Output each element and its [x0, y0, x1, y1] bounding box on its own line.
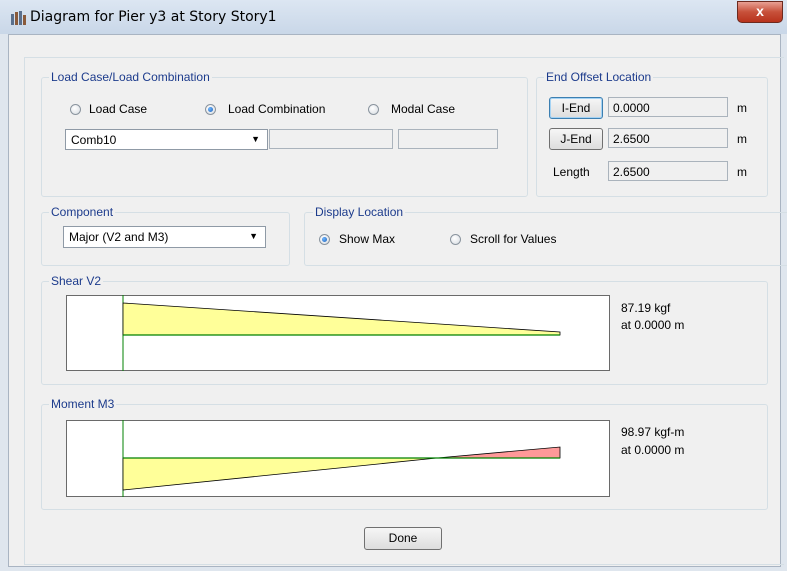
moment-m3-group-label: Moment M3: [49, 397, 117, 411]
j-end-field: 2.6500: [608, 128, 728, 148]
i-end-button-label: I-End: [561, 101, 591, 115]
end-offset-group-label: End Offset Location: [544, 70, 654, 84]
load-combination-radio-label: Load Combination: [228, 102, 326, 116]
length-value: 2.6500: [613, 165, 650, 179]
load-case-radio-label: Load Case: [89, 102, 148, 116]
moment-positive-area: [122, 457, 438, 491]
i-end-value: 0.0000: [613, 101, 650, 115]
close-button[interactable]: x: [737, 1, 783, 23]
moment-diagram: [122, 420, 561, 497]
load-combination-select[interactable]: Comb10 ▼: [65, 129, 268, 150]
load-case-group-label: Load Case/Load Combination: [49, 70, 212, 84]
shear-max-value: 87.19 kgf: [621, 301, 671, 315]
secondary-field-1: [269, 129, 393, 149]
shear-positive-area: [122, 302, 561, 336]
scroll-for-values-radio[interactable]: [450, 234, 461, 245]
shear-v2-group-label: Shear V2: [49, 274, 104, 288]
done-button[interactable]: Done: [364, 527, 442, 550]
moment-negative-area: [436, 446, 561, 459]
j-end-unit: m: [737, 132, 747, 146]
j-end-button-label: J-End: [560, 132, 592, 146]
show-max-radio-label: Show Max: [339, 232, 396, 246]
i-end-button[interactable]: I-End: [549, 97, 603, 119]
load-combination-radio[interactable]: [205, 104, 216, 115]
modal-case-radio[interactable]: [368, 104, 379, 115]
length-unit: m: [737, 165, 747, 179]
j-end-value: 2.6500: [613, 132, 650, 146]
length-label: Length: [553, 165, 590, 179]
scroll-for-values-radio-label: Scroll for Values: [470, 232, 557, 246]
chevron-down-icon: ▼: [249, 231, 258, 241]
done-button-label: Done: [388, 531, 418, 545]
j-end-button[interactable]: J-End: [549, 128, 603, 150]
i-end-field: 0.0000: [608, 97, 728, 117]
display-location-group-label: Display Location: [313, 205, 406, 219]
length-field: 2.6500: [608, 161, 728, 181]
window-title: Diagram for Pier y3 at Story Story1: [30, 9, 277, 25]
component-group-label: Component: [49, 205, 116, 219]
modal-case-radio-label: Modal Case: [391, 102, 456, 116]
secondary-field-2: [398, 129, 498, 149]
moment-max-value: 98.97 kgf-m: [621, 425, 685, 439]
component-select[interactable]: Major (V2 and M3) ▼: [63, 226, 266, 248]
load-combination-select-value: Comb10: [71, 133, 117, 147]
moment-max-location: at 0.0000 m: [621, 443, 685, 457]
app-icon: [11, 11, 26, 25]
shear-max-location: at 0.0000 m: [621, 318, 685, 332]
shear-diagram: [122, 295, 561, 371]
close-icon: x: [756, 3, 764, 19]
i-end-unit: m: [737, 101, 747, 115]
show-max-radio[interactable]: [319, 234, 330, 245]
component-select-value: Major (V2 and M3): [69, 230, 169, 244]
chevron-down-icon: ▼: [251, 134, 260, 144]
load-case-radio[interactable]: [70, 104, 81, 115]
